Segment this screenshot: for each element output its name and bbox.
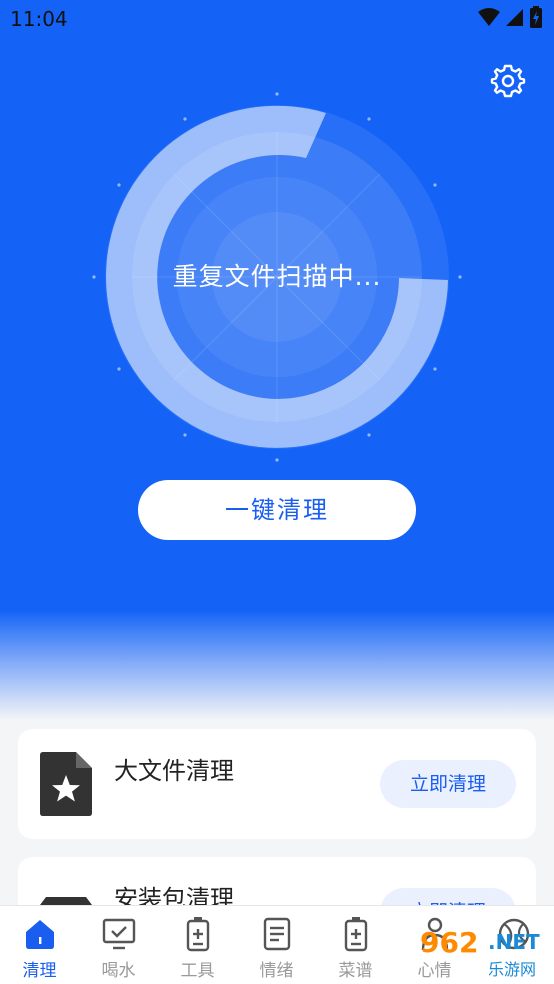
watermark-suffix: .NET: [488, 930, 540, 954]
tab-clean[interactable]: 清理: [0, 906, 79, 984]
tab-tools[interactable]: 工具: [158, 906, 237, 984]
wifi-icon: [478, 8, 500, 26]
home-icon: [26, 920, 54, 949]
document-lines-icon: [263, 917, 291, 951]
battery-icon: [530, 6, 542, 28]
one-click-clean-button[interactable]: 一键清理: [138, 480, 416, 540]
tab-label: 菜谱: [338, 961, 373, 981]
tab-label: 情绪: [259, 961, 294, 981]
status-icons: [478, 6, 542, 28]
battery-plus-icon: [186, 917, 210, 952]
tab-recipes[interactable]: 菜谱: [316, 906, 395, 984]
large-file-clean-card: 大文件清理 立即清理: [18, 729, 536, 839]
card-title: 大文件清理: [114, 757, 234, 785]
watermark-chinese: 乐游网: [488, 960, 537, 979]
watermark-logo: 962 .NET 乐游网: [416, 912, 552, 982]
tab-water[interactable]: 喝水: [79, 906, 158, 984]
star-file-icon: [40, 752, 92, 816]
battery-plus-icon: [344, 917, 368, 952]
tab-label: 喝水: [101, 961, 136, 981]
scan-status-text: 重复文件扫描中...: [172, 262, 382, 291]
status-time: 11:04: [10, 7, 68, 31]
tab-mood[interactable]: 情绪: [237, 906, 316, 984]
large-file-clean-button[interactable]: 立即清理: [380, 760, 516, 808]
watermark-number: 962: [420, 926, 479, 959]
signal-icon: [506, 9, 523, 26]
status-bar: 11:04: [0, 0, 554, 38]
monitor-check-icon: [102, 918, 136, 950]
tab-label: 清理: [22, 961, 57, 981]
tab-label: 工具: [180, 961, 215, 981]
settings-button[interactable]: [490, 62, 526, 98]
gear-icon: [490, 64, 526, 98]
